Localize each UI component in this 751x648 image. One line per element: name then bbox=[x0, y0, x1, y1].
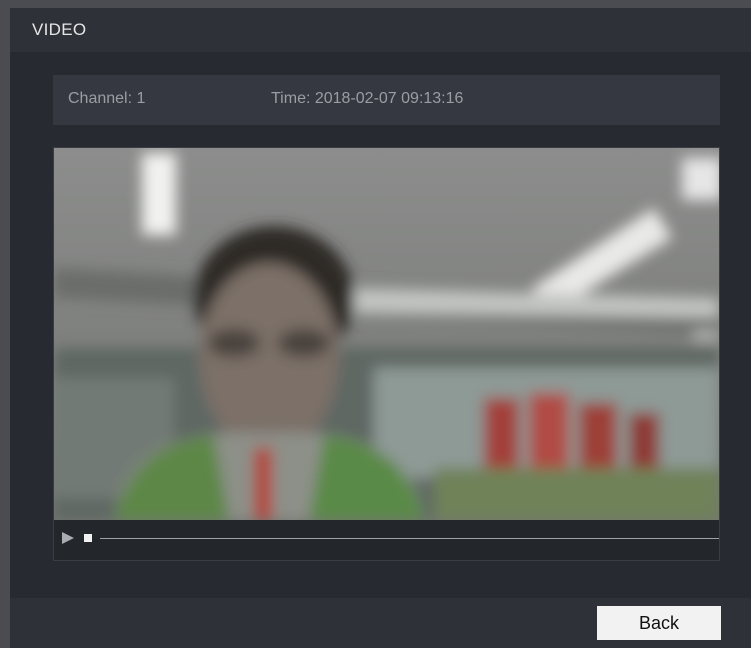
video-dialog: VIDEO Channel: 1 Time: 2018-02-07 09:13:… bbox=[10, 8, 751, 648]
video-frame bbox=[54, 148, 719, 520]
play-icon[interactable] bbox=[60, 530, 76, 546]
playback-controls bbox=[54, 520, 719, 560]
stop-icon[interactable] bbox=[82, 530, 98, 546]
channel-label: Channel: 1 bbox=[68, 90, 146, 107]
video-player bbox=[53, 147, 720, 561]
time-label: Time: 2018-02-07 09:13:16 bbox=[271, 90, 464, 107]
back-button[interactable]: Back bbox=[597, 606, 721, 640]
progress-track[interactable] bbox=[100, 538, 719, 539]
info-bar: Channel: 1 Time: 2018-02-07 09:13:16 bbox=[53, 75, 720, 125]
footer-bar: Back bbox=[10, 598, 751, 648]
dialog-title: VIDEO bbox=[32, 20, 87, 39]
title-bar: VIDEO bbox=[10, 8, 751, 52]
video-image bbox=[54, 148, 719, 520]
